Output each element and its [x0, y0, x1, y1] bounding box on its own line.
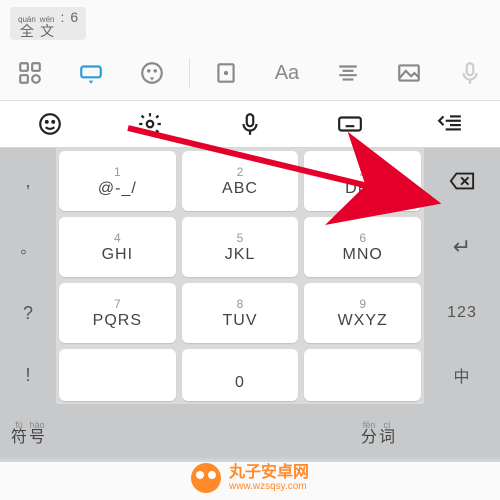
fulltext-chip[interactable]: quán全 wén文 : 6	[10, 7, 86, 40]
symbol-key[interactable]: fú符 hào号	[0, 404, 56, 462]
face-icon[interactable]	[122, 46, 183, 100]
settings-button[interactable]	[100, 101, 200, 147]
key-1[interactable]: 1@-_/	[59, 151, 176, 211]
list-button[interactable]	[400, 101, 500, 147]
key-4-ghi[interactable]: 4GHI	[59, 217, 176, 277]
candidate-bar: quán全 wén文 : 6	[0, 0, 500, 46]
rect-icon[interactable]	[196, 46, 257, 100]
lang-key[interactable]: 中	[424, 346, 500, 404]
punct-comma[interactable]: ,	[0, 148, 56, 214]
bottom-row: fú符 hào号 fēn分 cí词	[0, 404, 500, 462]
key-2-abc[interactable]: 2ABC	[182, 151, 299, 211]
backspace-key[interactable]	[424, 148, 500, 214]
keyboard-button[interactable]	[300, 101, 400, 147]
watermark-logo-icon	[191, 463, 221, 493]
bottom-blank-1[interactable]	[56, 404, 148, 462]
key-blank-left[interactable]	[59, 349, 176, 401]
fenci-key[interactable]: fēn分 cí词	[332, 404, 424, 462]
apps-icon[interactable]	[0, 46, 61, 100]
bottom-blank-right[interactable]	[424, 404, 500, 462]
key-0[interactable]: 0	[182, 349, 299, 401]
space-key[interactable]	[148, 404, 332, 462]
watermark-url: www.wzsqsy.com	[229, 481, 309, 492]
key-8-tuv[interactable]: 8TUV	[182, 283, 299, 343]
app-iconbar: Aa	[0, 46, 500, 101]
punct-period[interactable]: 。	[0, 214, 56, 280]
numeric-key[interactable]: 123	[424, 280, 500, 346]
emoji-button[interactable]	[0, 101, 100, 147]
key-blank-right[interactable]	[304, 349, 421, 401]
key-5-jkl[interactable]: 5JKL	[182, 217, 299, 277]
watermark-text: 丸子安卓网	[229, 464, 309, 482]
mic-button[interactable]	[200, 101, 300, 147]
mic-dim-icon[interactable]	[439, 46, 500, 100]
font-icon[interactable]: Aa	[257, 46, 318, 100]
punct-question[interactable]: ?	[0, 280, 56, 346]
key-7-pqrs[interactable]: 7PQRS	[59, 283, 176, 343]
key-6-mno[interactable]: 6MNO	[304, 217, 421, 277]
separator	[189, 58, 190, 88]
key-9-wxyz[interactable]: 9WXYZ	[304, 283, 421, 343]
keypad: , 1@-_/ 2ABC 3DEF 。 4GHI 5JKL 6MNO ↵ ? 7…	[0, 148, 500, 462]
enter-key[interactable]: ↵	[424, 214, 500, 280]
keyboard-accent-icon[interactable]	[61, 46, 122, 100]
ime-toolbar	[0, 101, 500, 148]
key-3-def[interactable]: 3DEF	[304, 151, 421, 211]
watermark: 丸子安卓网 www.wzsqsy.com	[0, 456, 500, 500]
image-icon[interactable]	[378, 46, 439, 100]
align-icon[interactable]	[317, 46, 378, 100]
punct-exclaim[interactable]: !	[0, 346, 56, 404]
